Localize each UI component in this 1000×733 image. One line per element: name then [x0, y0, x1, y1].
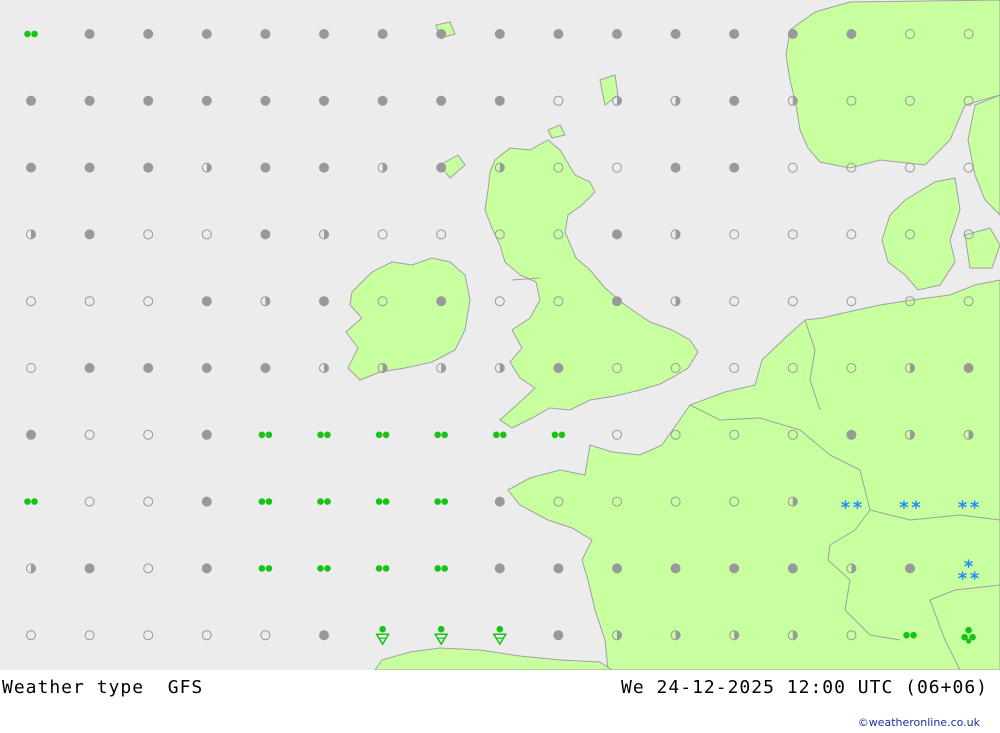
- overcast-icon: [319, 630, 329, 641]
- overcast-icon: [612, 29, 622, 39]
- overcast-icon: [436, 29, 447, 39]
- overcast-icon: [201, 363, 212, 373]
- overcast-icon: [436, 296, 447, 307]
- overcast-icon: [84, 563, 95, 574]
- overcast-icon: [201, 429, 212, 440]
- overcast-icon: [846, 29, 857, 39]
- overcast-icon: [84, 95, 95, 106]
- overcast-icon: [84, 363, 95, 373]
- overcast-icon: [84, 229, 95, 240]
- overcast-icon: [612, 229, 622, 240]
- overcast-icon: [260, 363, 271, 373]
- overcast-icon: [846, 429, 857, 440]
- svg-text:*: *: [911, 498, 921, 519]
- credit-link[interactable]: ©weatheronline.co.uk: [858, 716, 980, 729]
- overcast-icon: [729, 29, 740, 39]
- overcast-icon: [553, 630, 564, 641]
- overcast-icon: [377, 95, 388, 106]
- overcast-icon: [319, 162, 329, 173]
- overcast-icon: [905, 563, 915, 574]
- svg-text:*: *: [899, 498, 909, 519]
- svg-text:*: *: [958, 498, 968, 519]
- overcast-icon: [436, 95, 447, 106]
- overcast-icon: [143, 162, 154, 173]
- overcast-icon: [319, 95, 329, 106]
- overcast-icon: [553, 29, 564, 39]
- svg-text:*: *: [841, 498, 851, 519]
- overcast-icon: [260, 229, 271, 240]
- overcast-icon: [201, 95, 212, 106]
- overcast-icon: [319, 29, 329, 39]
- svg-text:*: *: [970, 498, 980, 519]
- overcast-icon: [26, 429, 36, 440]
- overcast-icon: [26, 95, 36, 106]
- overcast-icon: [377, 29, 388, 39]
- valid-time: We 24-12-2025 12:00 UTC (06+06): [621, 677, 988, 698]
- weather-map: * * * * * *** *: [0, 0, 1000, 670]
- overcast-icon: [84, 162, 95, 173]
- svg-text:*: *: [853, 498, 863, 519]
- overcast-icon: [319, 296, 329, 307]
- overcast-icon: [494, 95, 505, 106]
- overcast-icon: [84, 29, 95, 39]
- overcast-icon: [787, 29, 798, 39]
- overcast-icon: [612, 563, 622, 574]
- overcast-icon: [143, 95, 154, 106]
- svg-text:*: *: [958, 568, 968, 589]
- map-title: Weather type GFS: [2, 677, 203, 698]
- overcast-icon: [729, 162, 740, 173]
- overcast-icon: [26, 162, 36, 173]
- model-label: GFS: [167, 677, 204, 698]
- overcast-icon: [612, 296, 622, 307]
- svg-text:*: *: [970, 568, 980, 589]
- overcast-icon: [729, 563, 740, 574]
- product-label: Weather type: [2, 677, 145, 698]
- overcast-icon: [670, 162, 681, 173]
- overcast-icon: [494, 29, 505, 39]
- overcast-icon: [494, 496, 505, 507]
- overcast-icon: [201, 563, 212, 574]
- overcast-icon: [260, 162, 271, 173]
- overcast-icon: [201, 496, 212, 507]
- overcast-icon: [494, 563, 505, 574]
- overcast-icon: [553, 563, 564, 574]
- overcast-icon: [670, 563, 681, 574]
- overcast-icon: [143, 29, 154, 39]
- overcast-icon: [436, 162, 447, 173]
- overcast-icon: [260, 29, 271, 39]
- overcast-icon: [201, 29, 212, 39]
- overcast-icon: [553, 363, 564, 373]
- overcast-icon: [260, 95, 271, 106]
- overcast-icon: [963, 363, 974, 373]
- overcast-icon: [729, 95, 740, 106]
- overcast-icon: [670, 29, 681, 39]
- overcast-icon: [787, 563, 798, 574]
- overcast-icon: [143, 363, 154, 373]
- overcast-icon: [201, 296, 212, 307]
